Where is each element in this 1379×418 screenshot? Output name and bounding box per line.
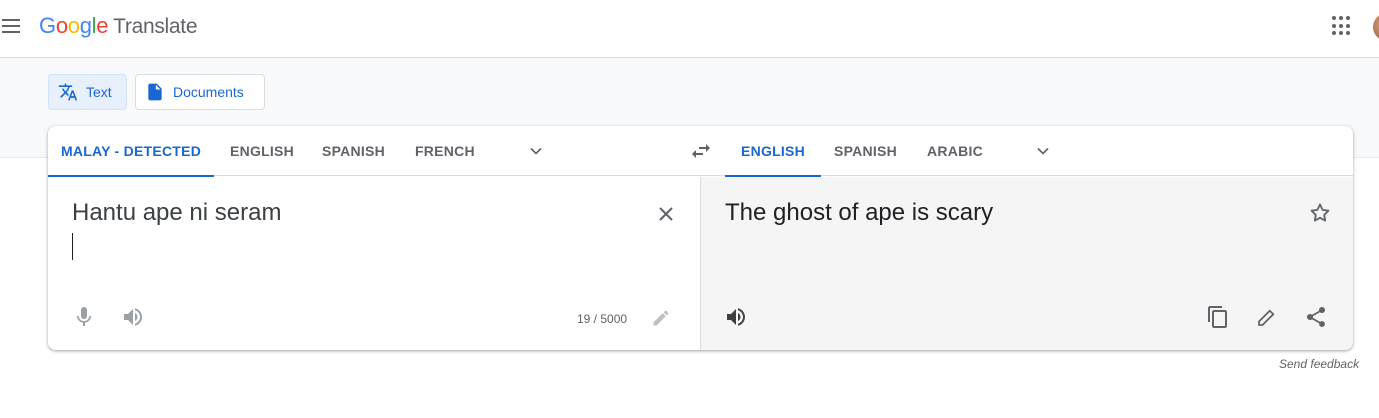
source-pane: Hantu ape ni seram 19 / 5000 xyxy=(48,177,700,350)
target-pane: The ghost of ape is scary xyxy=(700,177,1353,350)
tab-label: ENGLISH xyxy=(741,143,805,159)
logo-letter: o xyxy=(55,13,68,38)
google-translate-logo[interactable]: G o o g l e Translate xyxy=(39,13,198,43)
target-lang-tab-spanish[interactable]: SPANISH xyxy=(818,126,913,176)
text-caret xyxy=(72,233,73,260)
source-lang-tab-spanish[interactable]: SPANISH xyxy=(306,126,401,176)
documents-mode-label: Documents xyxy=(173,84,244,100)
top-bar: G o o g l e Translate xyxy=(0,0,1379,58)
tab-label: SPANISH xyxy=(322,143,385,159)
google-wordmark: G o o g l e xyxy=(39,13,108,39)
character-counter: 19 / 5000 xyxy=(577,312,628,326)
save-translation-star-icon[interactable] xyxy=(1308,201,1332,225)
tab-label: FRENCH xyxy=(415,143,475,159)
product-name: Translate xyxy=(113,15,198,38)
source-lang-tab-malay-detected[interactable]: MALAY - DETECTED xyxy=(48,126,214,177)
text-mode-button[interactable]: Text xyxy=(48,74,127,110)
logo-letter: o xyxy=(67,13,80,38)
logo-letter: G xyxy=(39,13,56,38)
target-listen-speaker-icon[interactable] xyxy=(724,305,748,329)
source-text-input[interactable]: Hantu ape ni seram xyxy=(72,199,281,227)
tab-label: SPANISH xyxy=(834,143,897,159)
source-edit-pencil-icon[interactable] xyxy=(651,308,671,328)
main-menu-icon[interactable] xyxy=(0,14,24,38)
text-mode-label: Text xyxy=(86,84,112,100)
clear-source-close-icon[interactable] xyxy=(654,202,678,226)
target-lang-tab-english[interactable]: ENGLISH xyxy=(725,126,821,177)
microphone-icon[interactable] xyxy=(72,305,96,329)
tab-label: ARABIC xyxy=(927,143,983,159)
tab-label: MALAY - DETECTED xyxy=(60,143,202,159)
edit-translation-pencil-icon[interactable] xyxy=(1255,305,1279,329)
tab-label: ENGLISH xyxy=(230,143,294,159)
language-bar: MALAY - DETECTED ENGLISH SPANISH FRENCH … xyxy=(48,126,1353,177)
logo-letter: e xyxy=(96,13,109,38)
translation-output: The ghost of ape is scary xyxy=(725,199,994,226)
target-more-languages-chevron-down-icon[interactable] xyxy=(1033,141,1053,161)
apps-grid-icon[interactable] xyxy=(1332,16,1352,36)
target-lang-tab-arabic[interactable]: ARABIC xyxy=(911,126,999,176)
source-more-languages-chevron-down-icon[interactable] xyxy=(526,141,546,161)
share-icon[interactable] xyxy=(1304,305,1328,329)
logo-letter: g xyxy=(79,13,92,38)
translation-card: MALAY - DETECTED ENGLISH SPANISH FRENCH … xyxy=(48,126,1353,350)
source-lang-tab-english[interactable]: ENGLISH xyxy=(214,126,310,176)
source-lang-tab-french[interactable]: FRENCH xyxy=(399,126,491,176)
translate-icon xyxy=(58,82,78,102)
send-feedback-link[interactable]: Send feedback xyxy=(1279,357,1359,371)
copy-translation-icon[interactable] xyxy=(1206,305,1230,329)
documents-mode-button[interactable]: Documents xyxy=(135,74,265,110)
avatar[interactable] xyxy=(1373,13,1379,41)
source-listen-speaker-icon[interactable] xyxy=(121,305,145,329)
document-icon xyxy=(145,82,165,102)
swap-languages-icon[interactable] xyxy=(689,139,713,163)
